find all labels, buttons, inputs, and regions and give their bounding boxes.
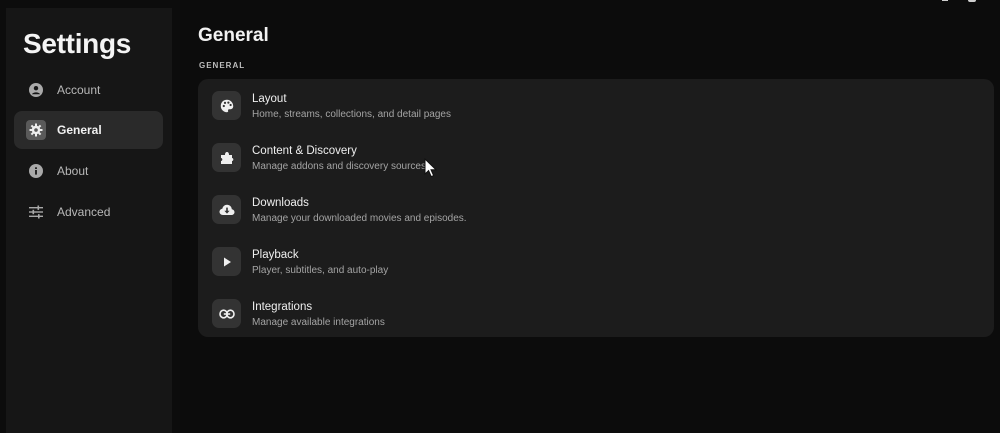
row-description: Player, subtitles, and auto-play <box>252 265 389 276</box>
row-description: Manage your downloaded movies and episod… <box>252 213 467 224</box>
settings-row-layout[interactable]: Layout Home, streams, collections, and d… <box>198 81 994 133</box>
cloud-download-icon <box>212 195 241 224</box>
settings-panel: Layout Home, streams, collections, and d… <box>198 79 994 337</box>
sidebar-item-account[interactable]: Account <box>14 71 163 109</box>
row-title: Layout <box>252 93 287 105</box>
sidebar-item-label: Advanced <box>57 205 111 219</box>
page-title: General <box>198 25 269 46</box>
section-label: GENERAL <box>199 61 246 70</box>
row-title: Downloads <box>252 197 309 209</box>
settings-row-downloads[interactable]: Downloads Manage your downloaded movies … <box>198 185 994 237</box>
row-title: Integrations <box>252 301 313 313</box>
settings-window: Settings Account General About Advanced … <box>0 0 1000 433</box>
sidebar-item-general[interactable]: General <box>14 111 163 149</box>
account-circle-icon <box>28 82 44 98</box>
link-icon <box>212 299 241 328</box>
puzzle-icon <box>212 143 241 172</box>
settings-row-integrations[interactable]: Integrations Manage available integratio… <box>198 289 994 341</box>
sidebar: Settings Account General About Advanced <box>6 8 172 433</box>
row-title: Playback <box>252 249 299 261</box>
gear-icon <box>26 120 46 140</box>
mouse-pointer-icon <box>424 158 438 178</box>
settings-row-playback[interactable]: Playback Player, subtitles, and auto-pla… <box>198 237 994 289</box>
sidebar-item-label: General <box>57 123 102 137</box>
palette-icon <box>212 91 241 120</box>
sliders-icon <box>28 204 44 220</box>
sidebar-item-advanced[interactable]: Advanced <box>14 193 163 231</box>
sidebar-item-label: Account <box>57 83 101 97</box>
info-icon <box>28 163 44 179</box>
row-description: Manage addons and discovery sources. <box>252 161 429 172</box>
sidebar-item-about[interactable]: About <box>14 152 163 190</box>
row-description: Manage available integrations <box>252 317 385 328</box>
row-description: Home, streams, collections, and detail p… <box>252 109 451 120</box>
sidebar-item-label: About <box>57 164 89 178</box>
row-title: Content & Discovery <box>252 145 357 157</box>
play-icon <box>212 247 241 276</box>
sidebar-title: Settings <box>23 28 132 59</box>
window-controls-icon[interactable] <box>940 0 980 4</box>
settings-row-content-discovery[interactable]: Content & Discovery Manage addons and di… <box>198 133 994 185</box>
